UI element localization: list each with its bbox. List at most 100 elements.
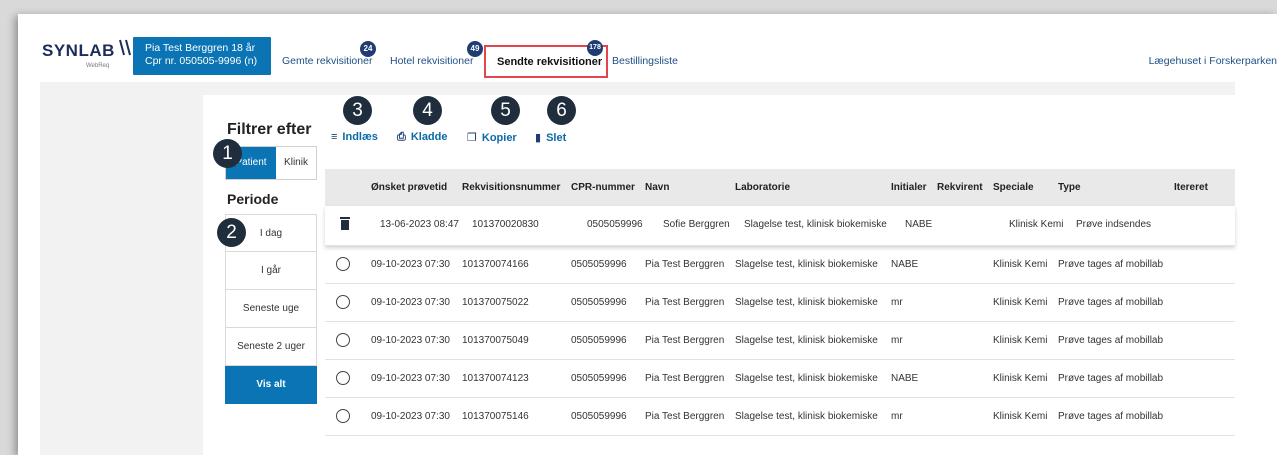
cell-type: Prøve tages af mobillab [1058,335,1164,346]
table-row[interactable]: 09-10-2023 07:30 101370075146 0505059996… [325,398,1235,436]
row-select-radio[interactable] [336,333,350,347]
kladde-button[interactable]: ⎙ Kladde [397,131,448,144]
row-select-radio[interactable] [336,409,350,423]
cell-type: Prøve tages af mobillab [1058,411,1164,422]
col-rekvirent[interactable]: Rekvirent [937,182,983,193]
cell-cpr: 0505059996 [571,335,627,346]
badge-gemte-count: 24 [360,41,376,57]
col-laboratorie[interactable]: Laboratorie [735,182,790,193]
logo-text: SYNLAB [42,41,115,60]
cell-proevetid: 09-10-2023 07:30 [371,411,450,422]
cell-speciale: Klinisk Kemi [993,259,1048,270]
kladde-label: Kladde [410,131,448,143]
table-row[interactable]: 13-06-2023 08:47 101370020830 0505059996… [325,206,1235,246]
cell-cpr: 0505059996 [587,219,643,230]
cell-laboratorie: Slagelse test, klinisk biokemiske [735,297,878,308]
col-rekvisitionsnummer[interactable]: Rekvisitionsnummer [462,182,560,193]
cell-cpr: 0505059996 [571,259,627,270]
slet-button[interactable]: ▮ Slet [535,131,566,144]
trash-icon[interactable] [340,217,350,230]
col-speciale[interactable]: Speciale [993,182,1034,193]
cell-laboratorie: Slagelse test, klinisk biokemiske [735,411,878,422]
table-row[interactable]: 09-10-2023 07:30 101370075049 0505059996… [325,322,1235,360]
logo-subtitle: WebReq [86,63,110,69]
nav-gemte-rekvisitioner[interactable]: Gemte rekvisitioner [282,55,372,67]
callout-6: 6 [547,96,576,125]
col-initialer[interactable]: Initialer [891,182,927,193]
content-panel: Filtrer efter 1 Patient Klinik Periode 2… [203,95,1235,455]
col-navn[interactable]: Navn [645,182,669,193]
table-row[interactable]: 09-10-2023 07:30 101370075022 0505059996… [325,284,1235,322]
table-row[interactable]: 09-10-2023 07:30 101370074123 0505059996… [325,360,1235,398]
cell-cpr: 0505059996 [571,411,627,422]
callout-4: 4 [413,96,442,125]
callout-3: 3 [343,96,372,125]
app-window: SYNLAB WebReq Pia Test Berggren 18 år Cp… [18,14,1277,455]
cell-laboratorie: Slagelse test, klinisk biokemiske [735,335,878,346]
col-itereret[interactable]: Itereret [1174,182,1208,193]
print-icon: ⎙ [397,131,406,143]
clinic-name[interactable]: Lægehuset i Forskerparken [1149,55,1277,67]
patient-cpr: Cpr nr. 050505-9996 (n) [145,55,258,67]
requisition-table: Ønsket prøvetid Rekvisitionsnummer CPR-n… [325,169,1235,436]
cell-laboratorie: Slagelse test, klinisk biokemiske [735,259,878,270]
copy-icon: ❐ [467,132,477,144]
cell-rekvisitionsnummer: 101370074123 [462,373,529,384]
patient-selector[interactable]: Pia Test Berggren 18 år Cpr nr. 050505-9… [133,37,271,75]
cell-type: Prøve tages af mobillab [1058,259,1164,270]
cell-proevetid: 09-10-2023 07:30 [371,259,450,270]
cell-navn: Pia Test Berggren [645,373,725,384]
table-header: Ønsket prøvetid Rekvisitionsnummer CPR-n… [325,169,1235,206]
cell-initialer: NABE [891,373,919,384]
cell-proevetid: 13-06-2023 08:47 [380,219,459,230]
nav-hotel-rekvisitioner[interactable]: Hotel rekvisitioner [390,55,473,67]
period-vis-alt[interactable]: Vis alt [225,366,317,404]
cell-initialer: NABE [905,219,933,230]
cell-navn: Pia Test Berggren [645,259,725,270]
cell-initialer: NABE [891,259,919,270]
nav-sendte-label: Sendte rekvisitioner [497,56,603,68]
badge-sendte-count: 178 [587,40,603,56]
badge-hotel-count: 49 [467,41,483,57]
period-seneste-uge[interactable]: Seneste uge [225,290,317,328]
cell-initialer: mr [891,335,903,346]
col-type[interactable]: Type [1058,182,1081,193]
callout-2: 2 [217,218,246,247]
logo-mark-icon [119,39,131,56]
cell-speciale: Klinisk Kemi [1009,219,1064,230]
period-seneste-2-uger[interactable]: Seneste 2 uger [225,328,317,366]
cell-rekvisitionsnummer: 101370075146 [462,411,529,422]
row-select-radio[interactable] [336,371,350,385]
cell-initialer: mr [891,297,903,308]
synlab-logo[interactable]: SYNLAB [42,39,131,61]
kopier-button[interactable]: ❐ Kopier [467,131,517,144]
cell-navn: Pia Test Berggren [645,297,725,308]
cell-laboratorie: Slagelse test, klinisk biokemiske [744,219,887,230]
row-select-radio[interactable] [336,295,350,309]
cell-rekvisitionsnummer: 101370020830 [472,219,539,230]
patient-name: Pia Test Berggren 18 år [145,42,256,54]
cell-rekvisitionsnummer: 101370075049 [462,335,529,346]
table-row[interactable]: 09-10-2023 07:30 101370074166 0505059996… [325,246,1235,284]
trash-icon: ▮ [535,132,542,144]
indlaes-button[interactable]: ≡ Indlæs [331,131,378,143]
toggle-klinik[interactable]: Klinik [276,147,316,179]
cell-navn: Pia Test Berggren [645,335,725,346]
nav-bestillingsliste[interactable]: Bestillingsliste [612,55,678,67]
callout-1: 1 [213,139,242,168]
cell-navn: Sofie Berggren [663,219,730,230]
filter-title: Filtrer efter [227,121,312,138]
cell-speciale: Klinisk Kemi [993,373,1048,384]
cell-type: Prøve tages af mobillab [1058,373,1164,384]
cell-rekvisitionsnummer: 101370074166 [462,259,529,270]
callout-5: 5 [491,96,520,125]
col-cpr-nummer[interactable]: CPR-nummer [571,182,635,193]
row-select-radio[interactable] [336,257,350,271]
col-oensket-proevetid[interactable]: Ønsket prøvetid [371,182,447,193]
cell-navn: Pia Test Berggren [645,411,725,422]
cell-rekvisitionsnummer: 101370075022 [462,297,529,308]
cell-cpr: 0505059996 [571,373,627,384]
cell-speciale: Klinisk Kemi [993,411,1048,422]
period-i-gaar[interactable]: I går [225,252,317,290]
cell-cpr: 0505059996 [571,297,627,308]
